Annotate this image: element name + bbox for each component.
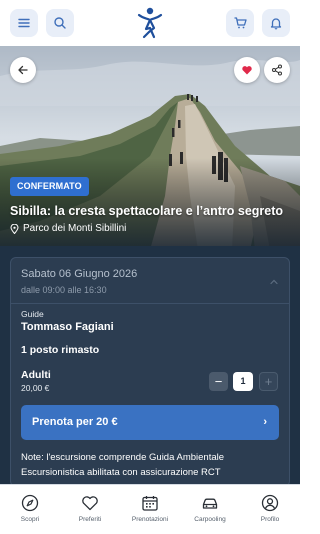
location: Parco dei Monti Sibillini — [10, 223, 126, 234]
share-button[interactable] — [264, 57, 290, 83]
spots-remaining: 1 posto rimasto — [21, 344, 100, 356]
chevron-up-icon[interactable] — [269, 278, 279, 286]
nav-item-scopri[interactable]: Scopri — [0, 494, 60, 523]
location-label: Parco dei Monti Sibillini — [23, 223, 127, 234]
menu-icon — [18, 18, 30, 28]
notifications-button[interactable] — [262, 9, 290, 37]
arrow-left-icon — [18, 65, 28, 75]
nav-label-preferiti: Preferiti — [78, 516, 102, 523]
brand-logo[interactable] — [136, 6, 164, 40]
nav-label-carpooling: Carpooling — [194, 516, 226, 523]
ticket-type-label: Adulti — [21, 369, 51, 381]
bell-icon — [270, 18, 282, 30]
quantity-value: 1 — [233, 372, 253, 391]
top-bar — [0, 0, 300, 46]
excursion-note: Note: l'escursione comprende Guida Ambie… — [21, 452, 225, 478]
nav-label-profilo: Profilo — [260, 516, 280, 523]
increase-quantity-button[interactable]: + — [259, 372, 278, 391]
search-icon — [54, 17, 66, 29]
book-button-label: Prenota per 20 € — [32, 416, 118, 428]
cart-icon — [234, 17, 247, 29]
favorite-button[interactable] — [234, 57, 260, 83]
booking-time: dalle 09:00 alle 16:30 — [21, 285, 107, 295]
compass-icon — [21, 494, 39, 512]
excursion-title: Sibilla: la cresta spettacolare e l’antr… — [10, 204, 284, 218]
divider — [11, 303, 289, 304]
book-button[interactable]: Prenota per 20 € › — [21, 405, 279, 440]
ticket-price: 20,00 € — [21, 383, 50, 393]
nav-item-preferiti[interactable]: Preferiti — [60, 494, 120, 523]
back-button[interactable] — [10, 57, 36, 83]
chevron-right-icon: › — [263, 416, 267, 428]
cart-button[interactable] — [226, 9, 254, 37]
decrease-quantity-button[interactable]: − — [209, 372, 228, 391]
booking-card: Sabato 06 Giugno 2026 dalle 09:00 alle 1… — [10, 257, 290, 487]
guide-name: Tommaso Fagiani — [21, 321, 114, 333]
hero-image: CONFERMATO Sibilla: la cresta spettacola… — [0, 46, 300, 250]
heart-icon — [242, 66, 252, 75]
nav-item-prenotazioni[interactable]: Prenotazioni — [120, 494, 180, 523]
location-pin-icon — [10, 223, 19, 234]
booking-date: Sabato 06 Giugno 2026 — [21, 268, 138, 280]
nav-item-carpooling[interactable]: Carpooling — [180, 494, 240, 523]
heart-icon — [82, 496, 98, 511]
menu-button[interactable] — [10, 9, 38, 37]
car-icon — [202, 498, 218, 509]
search-button[interactable] — [46, 9, 74, 37]
nav-label-prenotazioni: Prenotazioni — [131, 516, 169, 523]
share-icon — [272, 64, 282, 76]
nav-item-profilo[interactable]: Profilo — [240, 494, 300, 523]
user-icon — [261, 494, 279, 512]
calendar-icon — [142, 496, 158, 511]
guide-label: Guide — [21, 309, 44, 319]
nav-label-scopri: Scopri — [20, 516, 40, 523]
status-badge: CONFERMATO — [10, 177, 89, 196]
bottom-navigation: Scopri Preferiti Prenotazioni Carpooling… — [0, 484, 300, 534]
